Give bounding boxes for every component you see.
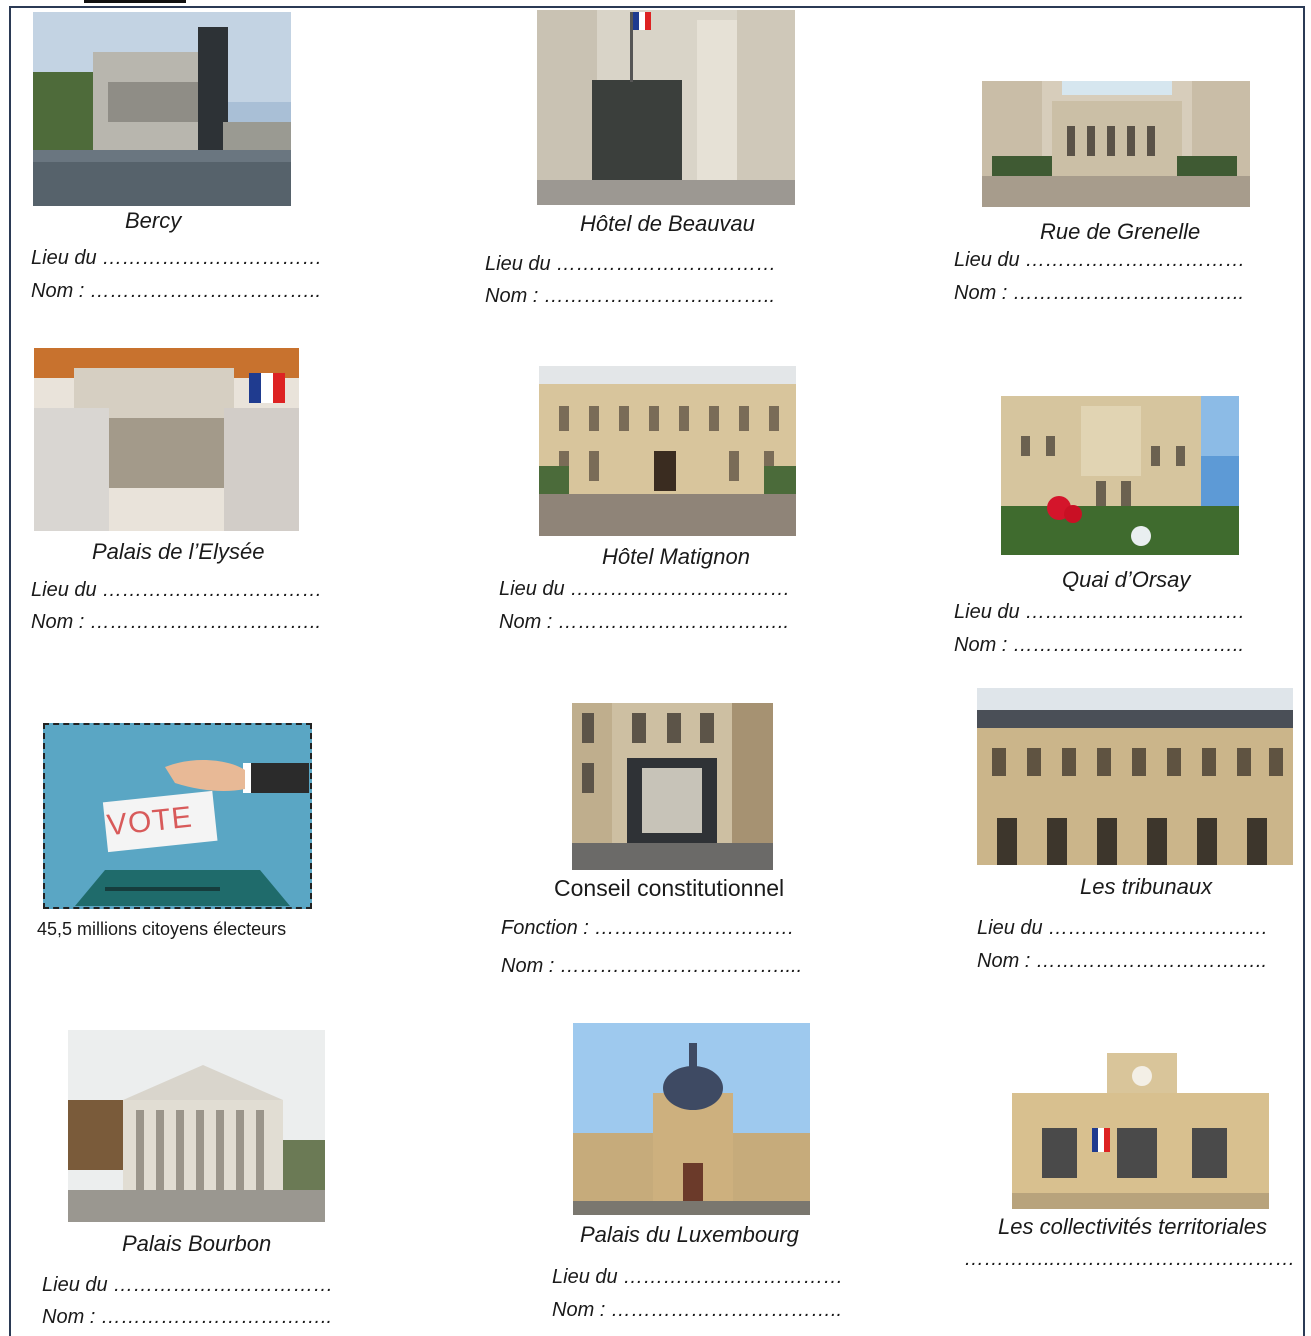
field-nom-orsay[interactable]: Nom : …………………………….. (954, 634, 1244, 657)
caption-luxembourg: Palais du Luxembourg (580, 1222, 799, 1247)
field-lieu-grenelle[interactable]: Lieu du …………………………… (954, 249, 1245, 272)
field-lieu-tribunaux[interactable]: Lieu du …………………………… (977, 917, 1268, 940)
tribunaux-photo (977, 688, 1293, 865)
field-lieu-elysee[interactable]: Lieu du …………………………… (31, 579, 322, 602)
field-nom-beauvau[interactable]: Nom : …………………………….. (485, 285, 775, 308)
caption-tribunaux: Les tribunaux (1080, 874, 1213, 899)
field-lieu-bercy[interactable]: Lieu du …………………………… (31, 247, 322, 270)
field-nom-matignon[interactable]: Nom : …………………………….. (499, 611, 789, 634)
grenelle-photo (982, 81, 1250, 207)
orsay-photo (1001, 396, 1239, 555)
field-lieu-bourbon[interactable]: Lieu du …………………………… (42, 1274, 333, 1297)
field-nom-elysee[interactable]: Nom : …………………………….. (31, 611, 321, 634)
top-underline (84, 0, 186, 3)
caption-elysee: Palais de l’Elysée (92, 539, 265, 564)
field-fonction-conseil[interactable]: Fonction : ………………………… (501, 917, 794, 940)
field-nom-grenelle[interactable]: Nom : …………………………….. (954, 282, 1244, 305)
caption-orsay: Quai d’Orsay (1062, 567, 1191, 592)
field-nom-tribunaux[interactable]: Nom : …………………………….. (977, 950, 1267, 973)
beauvau-photo (537, 10, 795, 205)
caption-matignon: Hôtel Matignon (602, 544, 750, 569)
field-nom-luxembourg[interactable]: Nom : …………………………….. (552, 1299, 842, 1322)
field-lieu-matignon[interactable]: Lieu du …………………………… (499, 578, 790, 601)
field-nom-conseil[interactable]: Nom : …………………………….... (501, 955, 802, 978)
caption-collectivites: Les collectivités territoriales (998, 1214, 1267, 1239)
elysee-photo (34, 348, 299, 531)
caption-grenelle: Rue de Grenelle (1040, 219, 1201, 244)
collectivites-photo (1012, 1048, 1269, 1209)
field-nom-bercy[interactable]: Nom : …………………………….. (31, 280, 321, 303)
luxembourg-photo (573, 1023, 810, 1215)
field-lieu-orsay[interactable]: Lieu du …………………………… (954, 601, 1245, 624)
conseil-photo (572, 703, 773, 870)
field-collectivites[interactable]: …………..……………………………… (964, 1248, 1295, 1271)
field-lieu-luxembourg[interactable]: Lieu du …………………………… (552, 1266, 843, 1289)
caption-conseil: Conseil constitutionnel (554, 875, 785, 901)
matignon-photo (539, 366, 796, 536)
caption-beauvau: Hôtel de Beauvau (580, 211, 755, 236)
caption-bourbon: Palais Bourbon (122, 1231, 272, 1256)
bercy-photo (33, 12, 291, 206)
caption-bercy: Bercy (125, 208, 182, 233)
vote-illustration: VOTE (43, 723, 312, 909)
caption-electeurs: 45,5 millions citoyens électeurs (37, 919, 287, 939)
field-lieu-beauvau[interactable]: Lieu du …………………………… (485, 253, 776, 276)
bourbon-photo (68, 1030, 325, 1222)
